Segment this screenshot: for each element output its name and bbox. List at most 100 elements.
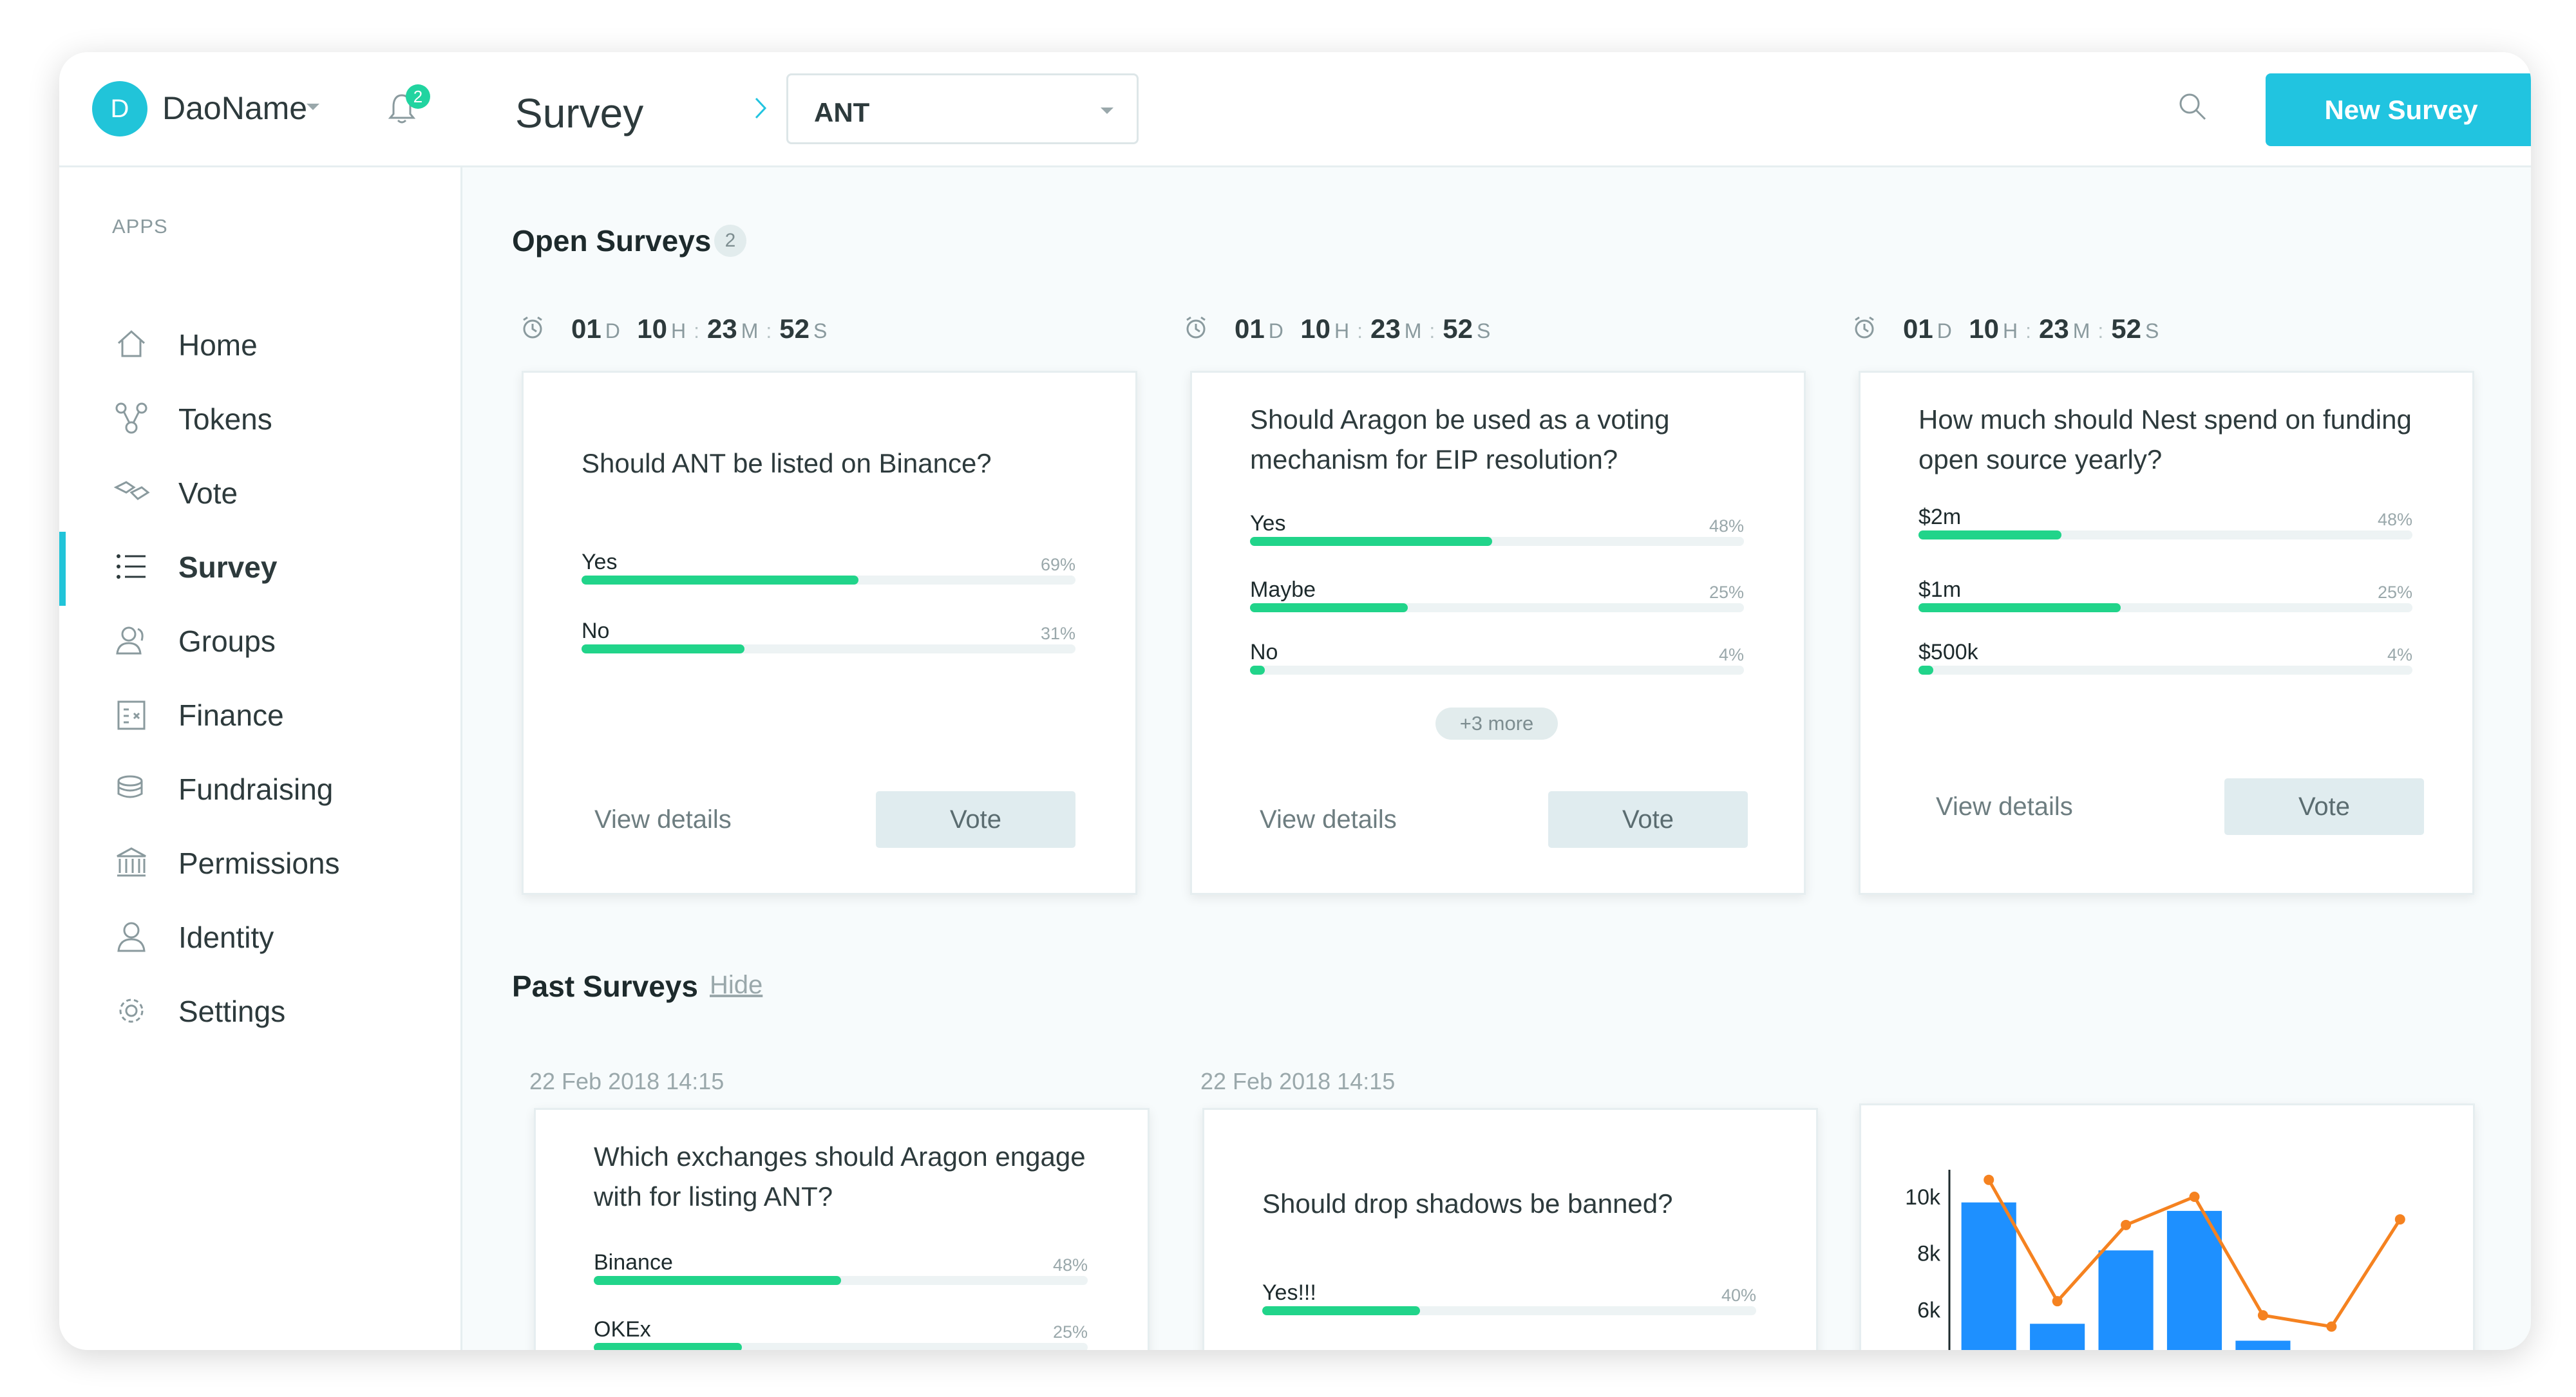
chart-point: [2052, 1296, 2063, 1307]
option-label: Yes!!!: [1262, 1280, 1316, 1305]
timer-days-unit: D: [1937, 319, 1952, 342]
past-survey-card[interactable]: Which exchanges should Aragon engage wit…: [534, 1108, 1150, 1350]
progress-fill: [1250, 666, 1265, 675]
sidebar-item-groups[interactable]: Groups: [59, 606, 459, 680]
timer-days-unit: D: [605, 319, 620, 342]
caret-down-icon[interactable]: [305, 102, 321, 111]
sidebar-item-label: Fundraising: [178, 773, 334, 806]
caret-down-icon: [1101, 108, 1113, 114]
view-details-link[interactable]: View details: [594, 805, 732, 834]
progress-fill: [1250, 603, 1408, 612]
progress-track: [582, 576, 1075, 585]
survey-date: 22 Feb 2018 14:15: [529, 1068, 724, 1094]
survey-card[interactable]: How much should Nest spend on funding op…: [1859, 371, 2474, 895]
chart-point: [2326, 1321, 2337, 1332]
alarm-clock-icon: [523, 316, 542, 339]
sidebar-item-home[interactable]: Home: [59, 310, 459, 384]
survey-card[interactable]: Should ANT be listed on Binance? Yes 69%…: [522, 371, 1137, 895]
vote-icon: [113, 481, 150, 500]
past-survey-card[interactable]: Should drop shadows be banned? Yes!!! 40…: [1202, 1108, 1818, 1350]
option-percent: 4%: [2387, 645, 2412, 664]
progress-fill: [1262, 1306, 1421, 1315]
sidebar-item-tokens[interactable]: Tokens: [59, 384, 459, 458]
progress-fill: [594, 1276, 841, 1285]
timer-seconds: 52: [1443, 314, 1473, 344]
survey-option: No 4%: [1250, 640, 1744, 691]
timer-hours-unit: H: [2003, 319, 2018, 342]
chart-bar: [2235, 1340, 2291, 1350]
chart-point: [2121, 1219, 2132, 1230]
sidebar-item-label: Identity: [178, 921, 274, 954]
progress-fill: [1918, 666, 1933, 675]
timer-hours-unit: H: [1334, 319, 1350, 342]
timer-seconds-unit: S: [1476, 319, 1491, 342]
y-tick-label: 10k: [1905, 1185, 1941, 1210]
survey-option: Yes!!! 40%: [1262, 1280, 1756, 1332]
timer-minutes-unit: M: [1404, 319, 1422, 342]
more-options-chip[interactable]: +3 more: [1435, 708, 1558, 740]
vote-button[interactable]: Vote: [1548, 791, 1748, 848]
view-details-link[interactable]: View details: [1936, 792, 2073, 821]
timer-hours: 10: [637, 314, 667, 344]
chevron-right-icon: [755, 97, 767, 119]
progress-fill: [1250, 537, 1492, 546]
sidebar-item-survey[interactable]: Survey: [59, 532, 459, 606]
org-avatar[interactable]: D: [92, 81, 147, 136]
survey-question: Should Aragon be used as a voting mechan…: [1250, 404, 1670, 474]
finance-icon: [117, 700, 146, 730]
progress-track: [594, 1276, 1088, 1285]
sidebar-item-permissions[interactable]: Permissions: [59, 828, 459, 902]
sidebar-item-settings[interactable]: Settings: [59, 976, 459, 1050]
survey-option: OKEx 25%: [594, 1317, 1088, 1350]
survey-question: How much should Nest spend on funding op…: [1918, 404, 2412, 474]
option-label: OKEx: [594, 1317, 651, 1342]
progress-track: [1262, 1306, 1756, 1315]
notification-badge[interactable]: 2: [406, 84, 430, 109]
settings-gear-icon: [119, 999, 144, 1023]
survey-option: No 31%: [582, 619, 1075, 670]
progress-fill: [582, 644, 745, 653]
progress-track: [1918, 666, 2412, 675]
option-label: No: [1250, 640, 1278, 664]
org-name[interactable]: DaoName: [162, 89, 307, 127]
sidebar-item-vote[interactable]: Vote: [59, 458, 459, 532]
survey-option: Maybe 25%: [1250, 577, 1744, 629]
timer-days: 01: [1903, 314, 1933, 344]
sidebar-item-identity[interactable]: Identity: [59, 902, 459, 976]
timer-hours: 10: [1969, 314, 1999, 344]
view-details-link[interactable]: View details: [1260, 805, 1397, 834]
survey-option: $1m 25%: [1918, 577, 2412, 629]
new-survey-button[interactable]: New Survey: [2266, 73, 2531, 146]
survey-option: Yes 48%: [1250, 511, 1744, 563]
chart-point: [2394, 1214, 2405, 1225]
sidebar-item-label: Tokens: [178, 402, 272, 436]
survey-date: 22 Feb 2018 14:15: [1200, 1068, 1396, 1094]
app-window: D DaoName 2 APPS Home Tokens Vote Survey…: [59, 52, 2531, 1350]
option-label: $1m: [1918, 577, 1962, 602]
search-icon[interactable]: [2177, 91, 2208, 122]
vote-button[interactable]: Vote: [2224, 778, 2424, 835]
chart-point: [2189, 1192, 2200, 1202]
vote-button[interactable]: Vote: [876, 791, 1075, 848]
permissions-bank-icon: [117, 847, 146, 877]
option-label: No: [582, 619, 610, 643]
hide-past-surveys-link[interactable]: Hide: [710, 971, 762, 1000]
sidebar-item-fundraising[interactable]: Fundraising: [59, 754, 459, 828]
chart-card[interactable]: 10k 8k 6k 4k: [1859, 1103, 2475, 1350]
timer-seconds-unit: S: [813, 319, 828, 342]
sidebar-item-label: Finance: [178, 698, 284, 732]
option-percent: 25%: [1709, 583, 1744, 602]
chart-point: [1984, 1174, 1994, 1185]
groups-icon: [116, 626, 144, 655]
open-surveys-count-badge: 2: [714, 225, 746, 257]
sidebar-item-label: Survey: [178, 550, 278, 584]
sidebar-item-finance[interactable]: Finance: [59, 680, 459, 754]
survey-card[interactable]: Should Aragon be used as a voting mechan…: [1190, 371, 1806, 895]
app-select-dropdown[interactable]: ANT: [786, 73, 1139, 144]
past-surveys-title: Past Surveys: [512, 970, 698, 1003]
survey-question: Which exchanges should Aragon engage wit…: [594, 1141, 1086, 1212]
survey-option: $2m 48%: [1918, 505, 2412, 556]
option-percent: 4%: [1718, 645, 1744, 664]
survey-option: Yes 69%: [582, 550, 1075, 601]
org-switcher[interactable]: D DaoName 2: [59, 52, 460, 167]
